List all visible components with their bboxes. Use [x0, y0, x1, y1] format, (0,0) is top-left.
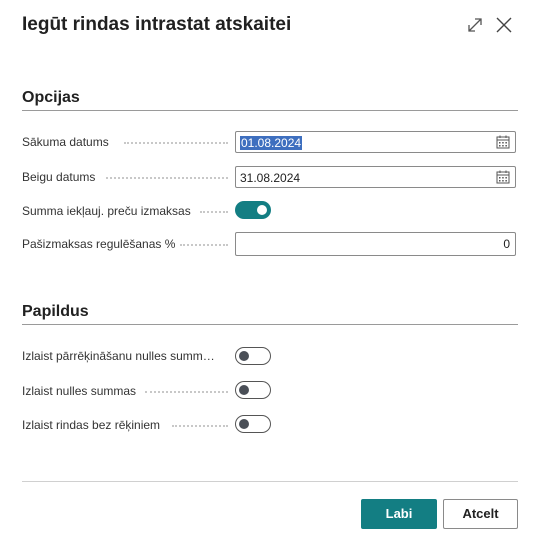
calendar-icon[interactable] — [496, 135, 510, 149]
dialog: Iegūt rindas intrastat atskaitei Opcijas… — [0, 0, 541, 547]
cost-regulation-label: Pašizmaksas regulēšanas % — [22, 237, 176, 251]
start-date-value: 01.08.2024 — [240, 136, 303, 150]
skip-recalc-label: Izlaist pārrēķināšanu nulles summ… — [22, 349, 215, 363]
footer-divider — [22, 481, 518, 482]
toggle-knob — [257, 205, 267, 215]
skip-recalc-toggle[interactable] — [235, 347, 271, 365]
ok-button[interactable]: Labi — [361, 499, 437, 529]
label-leader — [106, 177, 228, 179]
calendar-icon[interactable] — [496, 170, 510, 184]
include-charges-label: Summa iekļauj. preču izmaksas — [22, 204, 191, 218]
skip-zero-toggle[interactable] — [235, 381, 271, 399]
end-date-label: Beigu datums — [22, 170, 96, 184]
cost-regulation-field[interactable]: 0 — [235, 232, 516, 256]
label-leader — [172, 425, 228, 427]
toggle-knob — [239, 385, 249, 395]
start-date-label: Sākuma datums — [22, 135, 109, 149]
expand-icon[interactable] — [466, 16, 484, 34]
toggle-knob — [239, 351, 249, 361]
start-date-field[interactable]: 01.08.2024 — [235, 131, 516, 153]
label-leader — [200, 211, 228, 213]
end-date-field[interactable]: 31.08.2024 — [235, 166, 516, 188]
section-title-additional: Papildus — [22, 303, 89, 320]
skip-zero-label: Izlaist nulles summas — [22, 384, 137, 398]
section-divider — [22, 324, 518, 325]
cancel-button[interactable]: Atcelt — [443, 499, 518, 529]
skip-no-invoices-label: Izlaist rindas bez rēķiniem — [22, 418, 161, 432]
label-leader — [145, 391, 228, 393]
label-leader — [180, 244, 228, 246]
label-leader — [124, 142, 228, 144]
section-divider — [22, 110, 518, 111]
section-title-options: Opcijas — [22, 89, 80, 106]
toggle-knob — [239, 419, 249, 429]
skip-no-invoices-toggle[interactable] — [235, 415, 271, 433]
dialog-title: Iegūt rindas intrastat atskaitei — [22, 14, 292, 35]
cost-regulation-value: 0 — [503, 237, 510, 251]
end-date-value: 31.08.2024 — [240, 171, 301, 185]
close-icon[interactable] — [495, 16, 513, 34]
include-charges-toggle[interactable] — [235, 201, 271, 219]
